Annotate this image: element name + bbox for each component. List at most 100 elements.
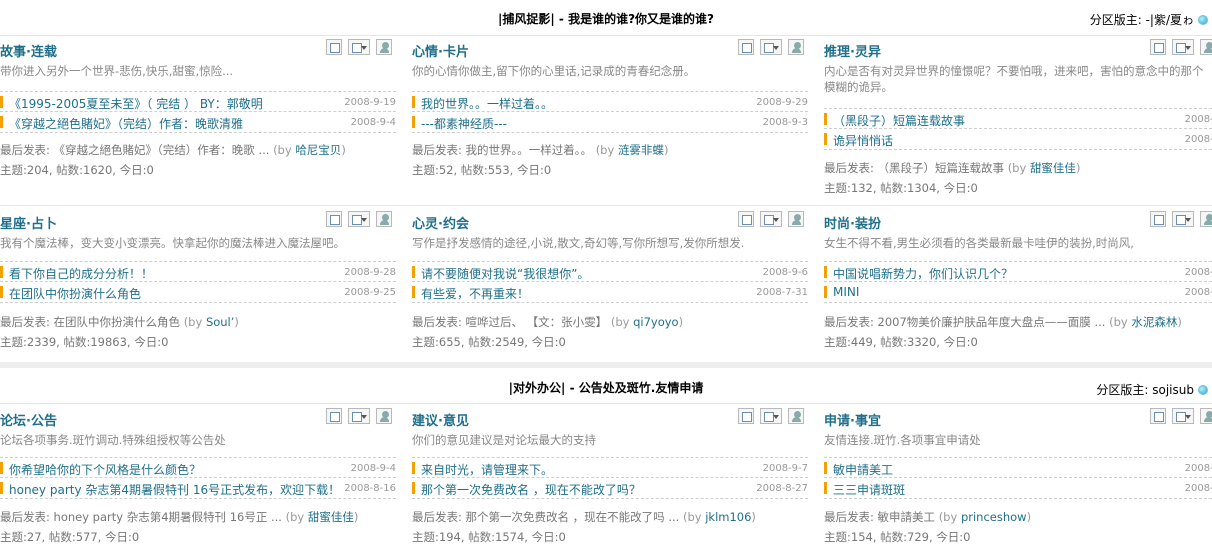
post-menu-dropdown-icon[interactable] bbox=[760, 39, 782, 55]
new-post-icon[interactable] bbox=[1150, 211, 1166, 227]
post-menu-dropdown-icon[interactable] bbox=[760, 408, 782, 424]
user-icon[interactable] bbox=[376, 408, 392, 424]
last-post-text[interactable]: 最后发表: honey party 杂志第4期暑假特刊 16号正 ... bbox=[0, 510, 282, 524]
board-title[interactable]: 推理·灵异 bbox=[824, 41, 881, 60]
new-post-icon[interactable] bbox=[1150, 408, 1166, 424]
topic-link[interactable]: 《穿越之絕色賭妃》（完结）作者：晚歌清雅 bbox=[9, 115, 243, 132]
new-post-icon[interactable] bbox=[326, 211, 342, 227]
topic-link[interactable]: 《1995-2005夏至未至》（ 完结 ） BY：郭敬明 bbox=[9, 95, 263, 112]
post-menu-dropdown-icon[interactable] bbox=[1172, 408, 1194, 424]
board-title[interactable]: 故事·连载 bbox=[0, 41, 57, 60]
topic-list: 请不要随便对我说“我很想你”。 2008-9-6 有些爱，不再重来！ 2008-… bbox=[412, 261, 808, 303]
user-icon[interactable] bbox=[1200, 211, 1212, 227]
user-icon[interactable] bbox=[788, 408, 804, 424]
topic-link[interactable]: 请不要随便对我说“我很想你”。 bbox=[421, 265, 589, 282]
last-post-author[interactable]: 水泥森林 bbox=[1131, 315, 1177, 329]
post-menu-dropdown-icon[interactable] bbox=[348, 39, 370, 55]
last-post-text[interactable]: 最后发表: 《穿越之絕色賭妃》（完结）作者：晚歌 ... bbox=[0, 143, 269, 157]
post-menu-dropdown-icon[interactable] bbox=[1172, 39, 1194, 55]
last-post-text[interactable]: 最后发表: 敏申請美工 bbox=[824, 510, 935, 524]
last-post-author[interactable]: Soul’ bbox=[206, 315, 234, 329]
topic-link[interactable]: honey party 杂志第4期暑假特刊 16号正式发布，欢迎下载！ bbox=[9, 481, 340, 498]
last-post-text[interactable]: 最后发表: 喧哗过后、 【文：张小雯】 bbox=[412, 315, 607, 329]
last-post-text[interactable]: 最后发表: （黑段子）短篇连载故事 bbox=[824, 161, 1004, 175]
post-menu-dropdown-icon[interactable] bbox=[348, 211, 370, 227]
user-icon[interactable] bbox=[1200, 39, 1212, 55]
online-status-icon bbox=[1198, 384, 1208, 395]
board-tools bbox=[738, 408, 804, 424]
section-title[interactable]: |对外办公| - 公告处及斑竹.友情申请 bbox=[0, 379, 1212, 396]
moderator-label[interactable]: 分区版主: sojisub bbox=[1096, 381, 1194, 398]
last-post-text[interactable]: 最后发表: 我的世界。。一样过着。。 bbox=[412, 143, 592, 157]
last-post-text[interactable]: 最后发表: 2007物美价廉护肤品年度大盘点——面膜 ... bbox=[824, 315, 1105, 329]
post-menu-dropdown-icon[interactable] bbox=[348, 408, 370, 424]
board-card: 申请·事宜 友情连接.斑竹.各项事宜申请处 敏申請美工 2008-9-2 三三申… bbox=[824, 405, 1212, 557]
last-post-text[interactable]: 最后发表: 那个第一次免费改名 ，现在不能改了吗 ... bbox=[412, 510, 679, 524]
topic-date: 2008-7-31 bbox=[756, 287, 808, 298]
board-title[interactable]: 论坛·公告 bbox=[0, 410, 57, 429]
last-post-by: (by bbox=[183, 315, 203, 329]
new-post-icon[interactable] bbox=[738, 211, 754, 227]
topic-link[interactable]: ---都素神经质--- bbox=[421, 115, 507, 132]
board-title[interactable]: 时尚·装扮 bbox=[824, 213, 881, 232]
section-title[interactable]: |捕风捉影| - 我是谁的谁?你又是谁的谁? bbox=[0, 10, 1212, 27]
topic-link[interactable]: 在团队中你扮演什么角色 bbox=[9, 285, 141, 302]
topic-link[interactable]: 有些爱，不再重来！ bbox=[421, 285, 529, 302]
new-post-icon[interactable] bbox=[738, 408, 754, 424]
topic-link[interactable]: 我的世界。。一样过着。。 bbox=[421, 95, 553, 112]
topic-link[interactable]: 来自时光，请管理来下。 bbox=[421, 461, 553, 478]
user-icon[interactable] bbox=[788, 39, 804, 55]
board-title[interactable]: 申请·事宜 bbox=[824, 410, 881, 429]
board-card: 星座·占卜 我有个魔法棒，变大变小变漂亮。快拿起你的魔法棒进入魔法屋吧。 看下你… bbox=[0, 208, 400, 362]
user-icon[interactable] bbox=[788, 211, 804, 227]
board-title[interactable]: 建议·意见 bbox=[412, 410, 469, 429]
board-title[interactable]: 星座·占卜 bbox=[0, 213, 57, 232]
board-card: 时尚·装扮 女生不得不看,男生必须看的各类最新最卡哇伊的装扮,时尚风, 中国说唱… bbox=[824, 208, 1212, 362]
post-menu-dropdown-icon[interactable] bbox=[760, 211, 782, 227]
last-post-by: (by bbox=[285, 510, 305, 524]
moderator-label[interactable]: 分区版主: -|紫/夏ゎ bbox=[1090, 11, 1194, 28]
topic-link[interactable]: 看下你自己的成分分析！！ bbox=[9, 265, 153, 282]
topic-date: 2008-9-2 bbox=[1184, 483, 1212, 494]
last-post-author[interactable]: 涟雾非蝶 bbox=[618, 143, 664, 157]
board-stats: 主题:194, 帖数:1574, 今日:0 bbox=[412, 530, 566, 544]
last-post-author[interactable]: 哈尼宝贝 bbox=[295, 143, 341, 157]
user-icon[interactable] bbox=[376, 39, 392, 55]
topic-date: 2008-9-25 bbox=[344, 287, 396, 298]
last-post-text[interactable]: 最后发表: 在团队中你扮演什么角色 bbox=[0, 315, 180, 329]
topic-link[interactable]: 三三申请斑斑 bbox=[833, 481, 905, 498]
last-post-author[interactable]: qi7yoyo bbox=[633, 315, 679, 329]
topic-row: 你希望哈你的下个风格是什么颜色？ 2008-9-4 bbox=[0, 457, 396, 478]
last-post-author[interactable]: 甜蜜佳佳 bbox=[1030, 161, 1076, 175]
board-title[interactable]: 心灵·约会 bbox=[412, 213, 469, 232]
section-moderator[interactable]: 分区版主: -|紫/夏ゎ bbox=[1090, 11, 1208, 28]
topic-link[interactable]: （黑段子）短篇连载故事 bbox=[833, 112, 965, 129]
topic-link[interactable]: 诡异悄悄话 bbox=[833, 132, 893, 149]
forum-row: 故事·连载 带你进入另外一个世界-悲伤,快乐,甜蜜,惊险... 《1995-20… bbox=[0, 36, 1212, 206]
board-description: 我有个魔法棒，变大变小变漂亮。快拿起你的魔法棒进入魔法屋吧。 bbox=[0, 236, 345, 250]
topic-link[interactable]: 敏申請美工 bbox=[833, 461, 893, 478]
last-post-author[interactable]: 甜蜜佳佳 bbox=[308, 510, 354, 524]
topic-link[interactable]: 你希望哈你的下个风格是什么颜色？ bbox=[9, 461, 201, 478]
new-post-icon[interactable] bbox=[326, 39, 342, 55]
topic-date: 2008-9-2 bbox=[1184, 134, 1212, 145]
topic-link[interactable]: 中国说唱新势力，你们认识几个？ bbox=[833, 265, 1013, 282]
new-post-icon[interactable] bbox=[1150, 39, 1166, 55]
post-menu-dropdown-icon[interactable] bbox=[1172, 211, 1194, 227]
topic-marker-icon bbox=[824, 286, 827, 298]
last-post: 最后发表: 敏申請美工 (by princeshow) bbox=[824, 509, 1031, 525]
last-post: 最后发表: honey party 杂志第4期暑假特刊 16号正 ... (by… bbox=[0, 509, 358, 525]
topic-marker-icon bbox=[824, 462, 827, 474]
new-post-icon[interactable] bbox=[738, 39, 754, 55]
section-moderator[interactable]: 分区版主: sojisub bbox=[1096, 381, 1208, 398]
last-post-author[interactable]: princeshow bbox=[961, 510, 1027, 524]
board-stats: 主题:655, 帖数:2549, 今日:0 bbox=[412, 335, 566, 349]
user-icon[interactable] bbox=[1200, 408, 1212, 424]
topic-link[interactable]: MINI bbox=[833, 285, 859, 299]
new-post-icon[interactable] bbox=[326, 408, 342, 424]
user-icon[interactable] bbox=[376, 211, 392, 227]
topic-link[interactable]: 那个第一次免费改名 ，现在不能改了吗？ bbox=[421, 481, 641, 498]
board-title[interactable]: 心情·卡片 bbox=[412, 41, 469, 60]
last-post-author[interactable]: jklm106 bbox=[705, 510, 751, 524]
topic-marker-icon bbox=[824, 133, 827, 145]
